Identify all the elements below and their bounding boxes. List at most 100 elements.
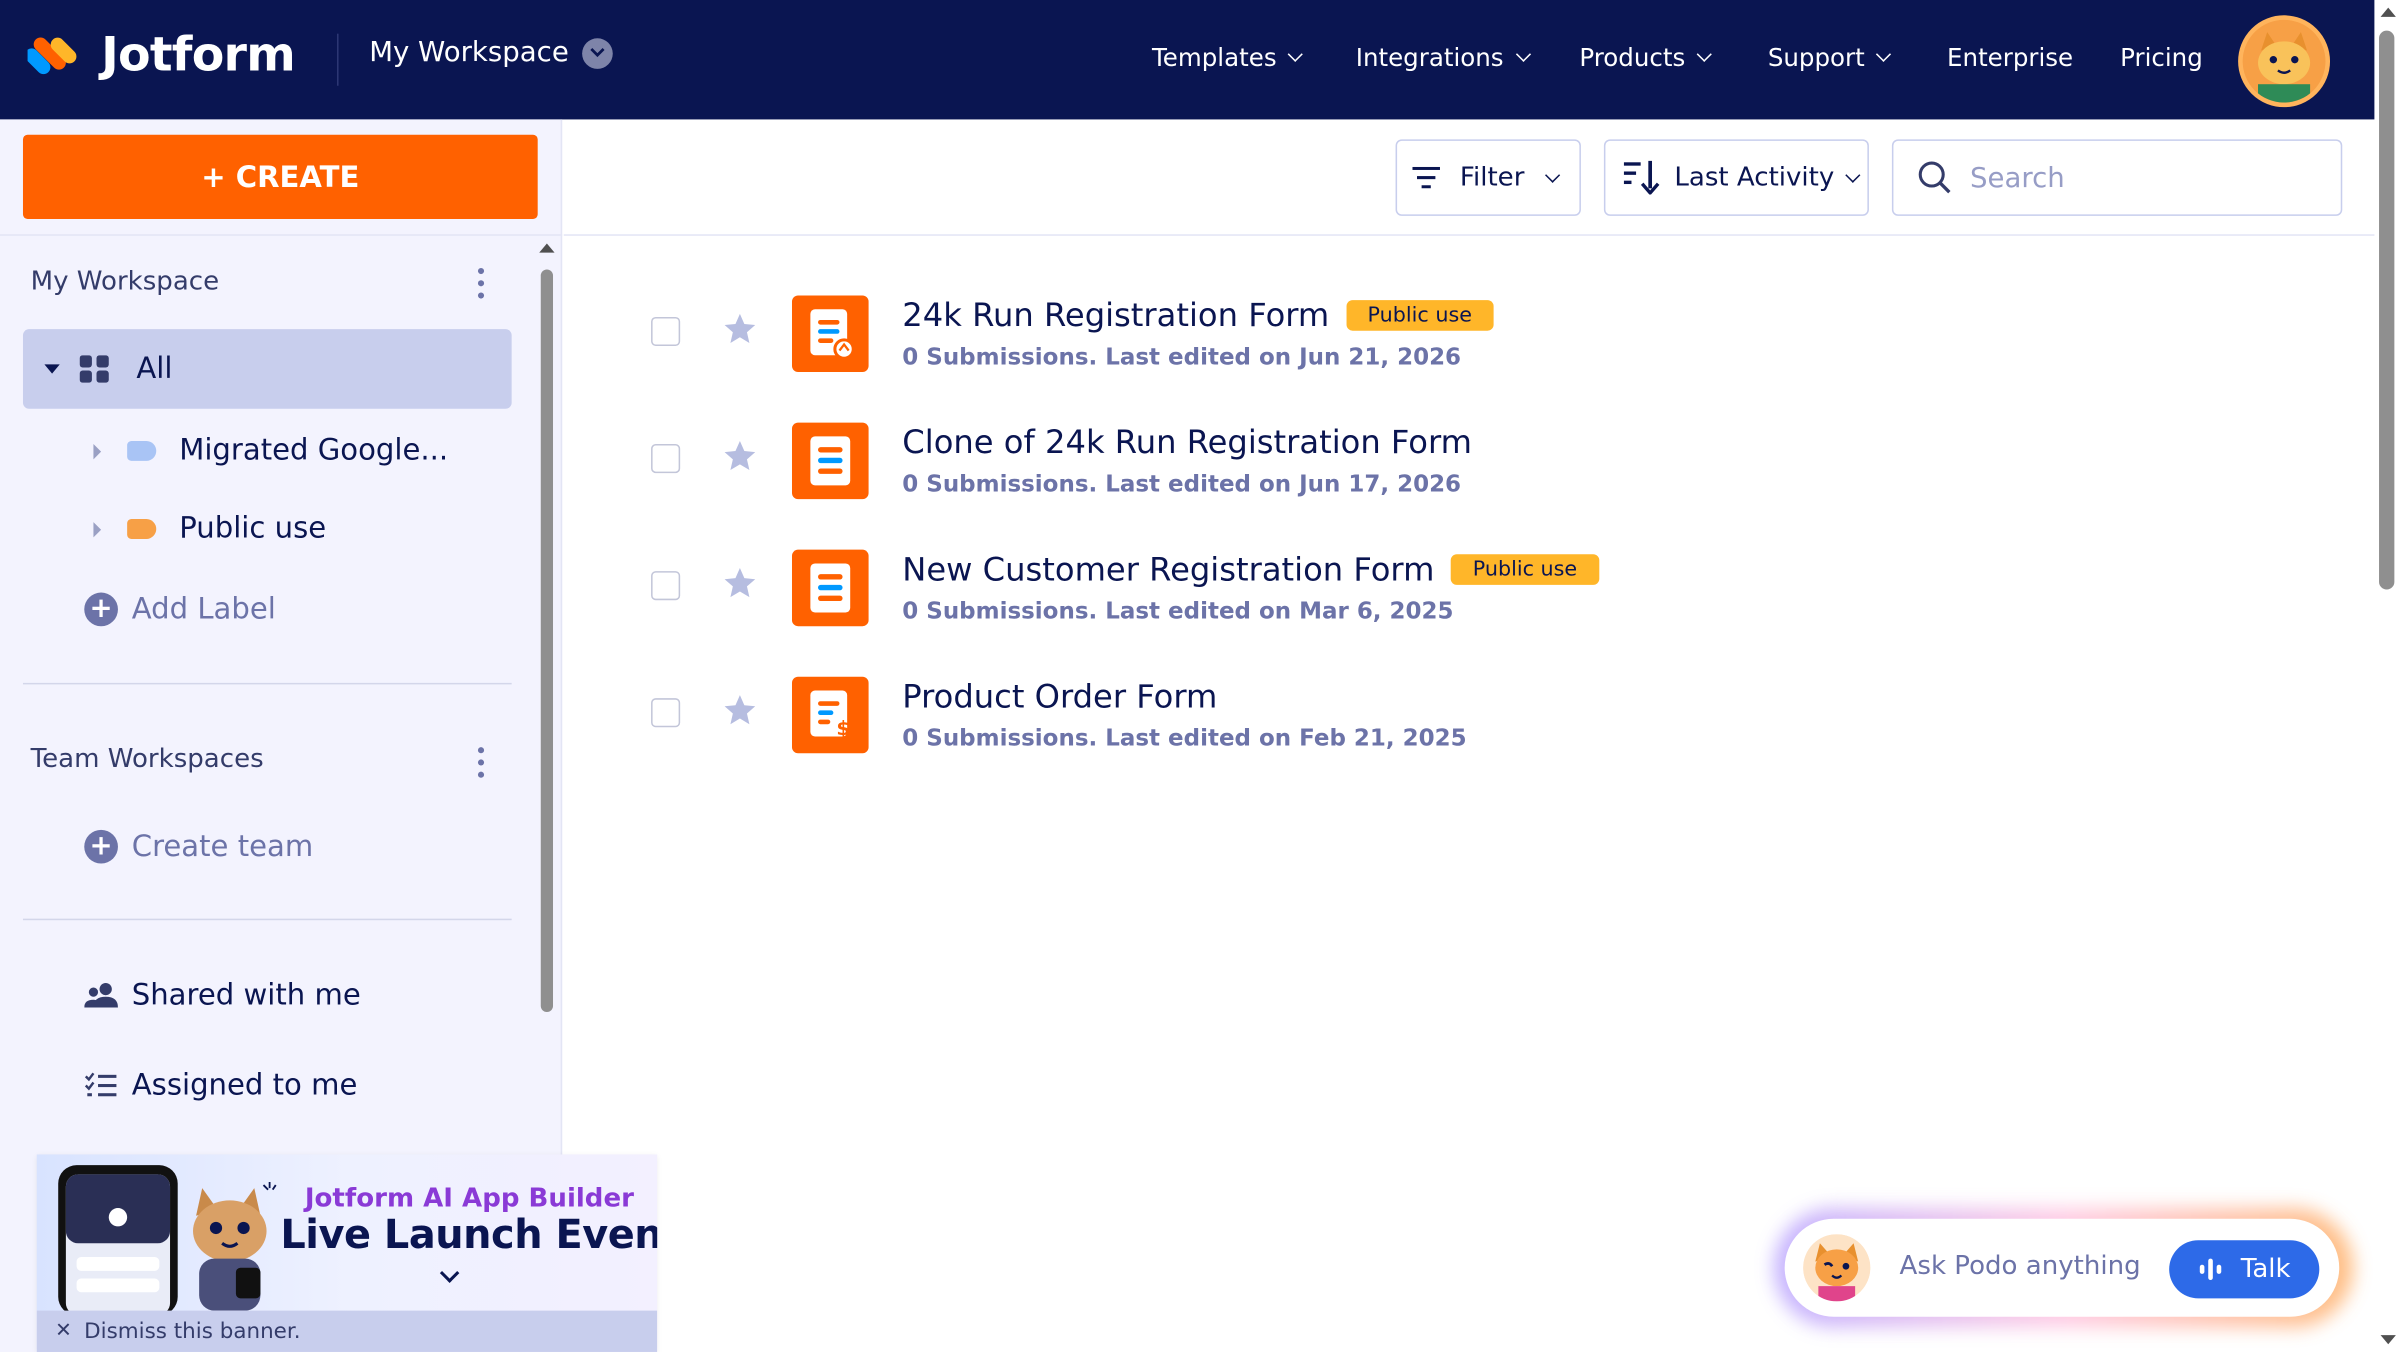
label-tag-icon	[127, 440, 157, 461]
sidebar-item-shared-with-me[interactable]: Shared with me	[84, 978, 361, 1012]
nav-label: Support	[1767, 42, 1865, 72]
chevron-down-icon	[1696, 46, 1712, 62]
nav-support[interactable]: Support	[1767, 42, 1892, 72]
sidebar-divider	[0, 234, 563, 236]
star-icon[interactable]	[722, 565, 759, 602]
assistant-input[interactable]: Ask Podo anything	[1900, 1251, 2141, 1282]
phone-illustration-icon	[58, 1165, 178, 1316]
form-title[interactable]: 24k Run Registration Form Public use	[902, 297, 1494, 334]
voice-bars-icon	[2199, 1258, 2221, 1280]
sidebar-scrollbar-thumb[interactable]	[540, 269, 554, 1013]
sidebar-scrollbar[interactable]	[539, 243, 555, 1038]
star-icon[interactable]	[722, 311, 759, 348]
nav-products[interactable]: Products	[1579, 43, 1712, 72]
dismiss-banner-button[interactable]: ✕ Dismiss this banner.	[36, 1310, 658, 1352]
scroll-up-arrow-icon[interactable]	[2380, 7, 2396, 17]
chevron-down-icon	[1515, 46, 1531, 62]
star-icon[interactable]	[722, 692, 759, 729]
public-use-badge: Public use	[1346, 300, 1494, 331]
filter-icon	[1412, 166, 1440, 189]
search-icon	[1918, 161, 1951, 194]
nav-label: Integrations	[1355, 42, 1504, 72]
sidebar-item-label: Migrated Google...	[179, 433, 449, 467]
page-scrollbar[interactable]	[2374, 0, 2402, 1352]
sort-label: Last Activity	[1674, 162, 1835, 193]
header-divider	[337, 33, 339, 86]
my-workspace-menu-icon[interactable]	[476, 267, 485, 299]
team-workspaces-title: Team Workspaces	[30, 744, 264, 775]
shared-users-icon	[84, 982, 118, 1008]
search-field[interactable]	[1891, 139, 2343, 216]
sort-icon	[1623, 160, 1660, 195]
scroll-down-arrow-icon[interactable]	[2380, 1335, 2396, 1345]
create-team-button[interactable]: + Create team	[84, 829, 314, 864]
jotform-logo-icon	[27, 37, 77, 79]
search-input[interactable]	[1970, 161, 2308, 194]
add-label-button[interactable]: + Add Label	[84, 592, 276, 627]
scroll-up-arrow-icon[interactable]	[539, 243, 555, 253]
create-button[interactable]: + CREATE	[22, 134, 538, 219]
form-icon	[791, 422, 869, 500]
form-run-icon	[791, 295, 869, 373]
podo-avatar-icon	[1803, 1234, 1871, 1302]
form-row[interactable]: New Customer Registration Form Public us…	[564, 491, 2375, 627]
sidebar-divider	[22, 682, 512, 685]
form-row[interactable]: $ Product Order Form 0 Submissions. Last…	[564, 619, 2375, 754]
public-use-badge: Public use	[1451, 554, 1599, 585]
caret-right-icon[interactable]	[93, 522, 102, 538]
brand-name: Jotform	[101, 27, 296, 83]
dismiss-banner-text: Dismiss this banner.	[84, 1319, 301, 1344]
chevron-down-icon	[1288, 46, 1304, 62]
sidebar-item-all[interactable]: All	[22, 329, 512, 409]
label-tag-icon	[127, 518, 157, 539]
form-select-checkbox[interactable]	[651, 698, 681, 728]
sidebar-item-label: All	[136, 352, 173, 386]
filter-label: Filter	[1459, 162, 1525, 193]
sidebar-item-label: Public use	[179, 511, 327, 546]
user-avatar[interactable]	[2238, 15, 2331, 108]
sidebar-item-label: Assigned to me	[131, 1068, 358, 1103]
grid-icon	[79, 355, 109, 383]
nav-templates[interactable]: Templates	[1152, 43, 1304, 72]
sort-button[interactable]: Last Activity	[1603, 139, 1869, 216]
my-workspace-title: My Workspace	[30, 266, 220, 298]
form-title[interactable]: Clone of 24k Run Registration Form	[902, 424, 1472, 461]
form-select-checkbox[interactable]	[651, 444, 681, 474]
banner-title: Live Launch Event	[280, 1212, 658, 1259]
ai-assistant-bar[interactable]: Ask Podo anything Talk	[1784, 1218, 2340, 1317]
form-select-checkbox[interactable]	[651, 316, 681, 347]
top-navigation-bar: Jotform My Workspace Templates Integrati…	[0, 0, 2375, 120]
caret-right-icon[interactable]	[93, 444, 102, 460]
sidebar-item-assigned-to-me[interactable]: Assigned to me	[84, 1068, 358, 1103]
page-scrollbar-thumb[interactable]	[2379, 30, 2395, 590]
talk-button[interactable]: Talk	[2169, 1240, 2320, 1299]
team-workspaces-menu-icon[interactable]	[476, 747, 485, 778]
chevron-down-icon	[1876, 46, 1892, 62]
workspace-switcher[interactable]: My Workspace	[369, 37, 614, 69]
promo-banner[interactable]: Jotform AI App Builder Live Launch Event…	[36, 1154, 658, 1352]
main-header-divider	[563, 234, 2375, 236]
create-team-text: Create team	[131, 829, 314, 864]
jotform-logo[interactable]: Jotform	[27, 27, 296, 83]
form-row[interactable]: 24k Run Registration Form Public use 0 S…	[564, 237, 2375, 373]
caret-down-icon	[44, 364, 60, 374]
sidebar-label-public-use[interactable]: Public use	[127, 511, 326, 545]
form-title[interactable]: New Customer Registration Form Public us…	[902, 551, 1599, 588]
chevron-down-icon	[1845, 166, 1862, 183]
form-row[interactable]: Clone of 24k Run Registration Form 0 Sub…	[564, 364, 2375, 500]
star-icon[interactable]	[722, 438, 759, 475]
podo-cat-illustration-icon	[193, 1188, 267, 1311]
chevron-down-icon[interactable]	[439, 1263, 460, 1283]
form-title[interactable]: Product Order Form	[902, 678, 1217, 715]
sidebar-label-migrated-google[interactable]: Migrated Google...	[127, 433, 448, 467]
nav-pricing[interactable]: Pricing	[2120, 43, 2203, 72]
chevron-down-icon	[1545, 166, 1561, 183]
nav-integrations[interactable]: Integrations	[1355, 42, 1531, 72]
svg-text:$: $	[836, 717, 850, 740]
add-label-text: Add Label	[131, 592, 276, 627]
form-select-checkbox[interactable]	[651, 571, 681, 601]
close-icon: ✕	[55, 1319, 72, 1343]
filter-button[interactable]: Filter	[1395, 139, 1581, 216]
nav-label: Enterprise	[1947, 42, 2074, 72]
nav-enterprise[interactable]: Enterprise	[1947, 43, 2073, 72]
